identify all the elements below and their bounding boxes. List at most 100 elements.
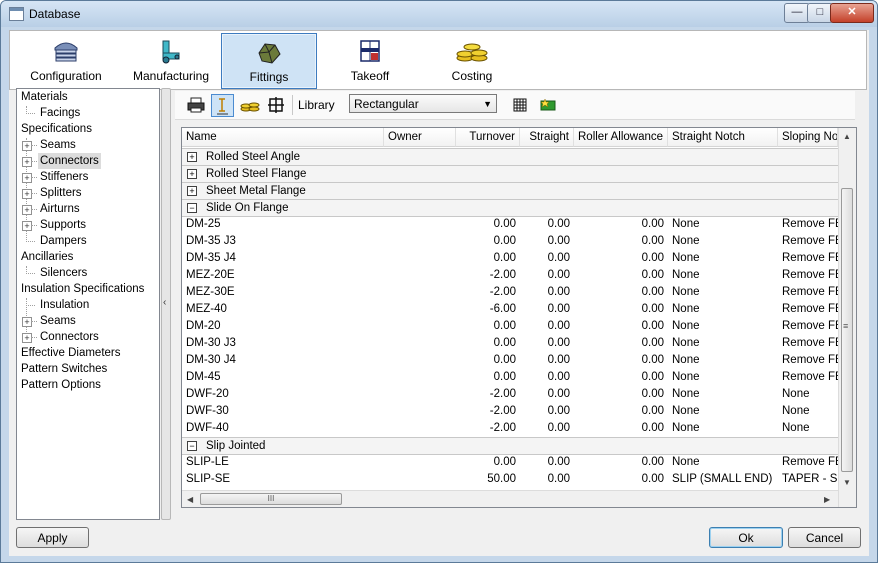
tree-item-seams[interactable]: Seams	[40, 137, 76, 153]
cell-owner	[384, 233, 456, 250]
tree-item-supports[interactable]: Supports	[40, 217, 86, 233]
group-label: Rolled Steel Angle	[206, 151, 300, 163]
tree-item-insulation[interactable]: Insulation	[40, 297, 89, 313]
table-row[interactable]: SLIP-SE 50.00 0.00 0.00 SLIP (SMALL END) TAPE…	[182, 471, 838, 488]
table-tool-button[interactable]	[509, 94, 531, 116]
tab-costing[interactable]: Costing	[422, 33, 522, 87]
table-row[interactable]: DWF-30 -2.00 0.00 0.00 None None	[182, 403, 838, 420]
group-row[interactable]: + Rolled Steel Flange	[182, 165, 838, 183]
column-header-sloping-notch[interactable]: Sloping Notch	[778, 128, 838, 147]
group-row[interactable]: + Sheet Metal Flange	[182, 182, 838, 200]
tree-item-connectors-selected[interactable]: Connectors	[38, 153, 101, 169]
expand-icon[interactable]: +	[22, 141, 32, 151]
cell-name: DM-35 J4	[186, 252, 236, 264]
expand-icon[interactable]: +	[187, 169, 197, 179]
add-tool-button[interactable]	[537, 94, 559, 116]
group-row[interactable]: + Rolled Steel Angle	[182, 148, 838, 166]
cell-name: DWF-40	[186, 422, 229, 434]
expand-icon[interactable]: +	[22, 317, 32, 327]
column-header-owner[interactable]: Owner	[384, 128, 456, 147]
group-row[interactable]: − Slip Jointed	[182, 437, 838, 455]
column-header-roller-allowance[interactable]: Roller Allowance	[574, 128, 668, 147]
tree-item-dampers[interactable]: Dampers	[40, 233, 87, 249]
tree-item-insulation-connectors[interactable]: Connectors	[40, 329, 99, 345]
scroll-left-icon[interactable]: ◀	[187, 495, 193, 504]
column-header-name[interactable]: Name	[182, 128, 384, 147]
table-row[interactable]: DM-30 J3 0.00 0.00 0.00 None Remove FE	[182, 335, 838, 352]
expand-icon[interactable]: +	[22, 189, 32, 199]
expand-icon[interactable]: +	[187, 186, 197, 196]
cell-straight: 0.00	[547, 303, 570, 315]
column-header-straight-notch[interactable]: Straight Notch	[668, 128, 778, 147]
tab-takeoff[interactable]: Takeoff	[320, 33, 420, 87]
table-row[interactable]: DM-20 0.00 0.00 0.00 None Remove FE	[182, 318, 838, 335]
tab-configuration[interactable]: Configuration	[16, 33, 116, 87]
collapse-arrow-icon[interactable]: ‹	[163, 297, 166, 308]
tree-item-insulation-seams[interactable]: Seams	[40, 313, 76, 329]
library-select[interactable]: Rectangular ▼	[349, 94, 497, 113]
scroll-up-icon[interactable]: ▲	[843, 132, 851, 141]
horizontal-scroll-thumb[interactable]: III	[200, 493, 342, 505]
tab-fittings[interactable]: Fittings	[221, 33, 317, 89]
costing-tool-button[interactable]	[239, 94, 261, 116]
table-row[interactable]: DM-35 J4 0.00 0.00 0.00 None Remove FE	[182, 250, 838, 267]
horizontal-scrollbar[interactable]: ◀ III ▶	[182, 490, 838, 507]
apply-button[interactable]: Apply	[16, 527, 89, 548]
cell-name: SLIP-SE	[186, 473, 231, 485]
vertical-scroll-thumb[interactable]: ≡	[841, 188, 853, 472]
column-header-straight[interactable]: Straight	[520, 128, 574, 147]
table-row[interactable]: SLIP-LE 0.00 0.00 0.00 None Remove FE	[182, 454, 838, 471]
cell-owner	[384, 267, 456, 284]
cell-turnover: 0.00	[493, 218, 516, 230]
scroll-down-icon[interactable]: ▼	[843, 478, 851, 487]
tree-item-facings[interactable]: Facings	[40, 105, 80, 121]
expand-icon[interactable]: +	[22, 173, 32, 183]
group-row[interactable]: − Slide On Flange	[182, 199, 838, 217]
cancel-button[interactable]: Cancel	[788, 527, 861, 548]
table-row[interactable]: DM-35 J3 0.00 0.00 0.00 None Remove FE	[182, 233, 838, 250]
table-row[interactable]: DWF-20 -2.00 0.00 0.00 None None	[182, 386, 838, 403]
print-button[interactable]	[185, 94, 207, 116]
collapse-icon[interactable]: −	[187, 441, 197, 451]
table-row[interactable]: DM-30 J4 0.00 0.00 0.00 None Remove FE	[182, 352, 838, 369]
grid-tool-button[interactable]	[265, 94, 287, 116]
tab-manufacturing[interactable]: Manufacturing	[118, 33, 224, 87]
text-tool-button[interactable]	[211, 94, 234, 117]
tree-item-materials[interactable]: Materials	[21, 89, 68, 105]
scroll-right-icon[interactable]: ▶	[824, 495, 830, 504]
expand-icon[interactable]: +	[22, 157, 32, 167]
expand-icon[interactable]: +	[22, 221, 32, 231]
close-button[interactable]: ✕	[830, 3, 874, 23]
cell-sloping-notch: Remove FE	[782, 456, 838, 468]
expand-icon[interactable]: +	[22, 205, 32, 215]
cell-name: DM-45	[186, 371, 221, 383]
table-row[interactable]: MEZ-20E -2.00 0.00 0.00 None Remove FE	[182, 267, 838, 284]
cell-straight-notch: None	[672, 286, 700, 298]
tree-item-pattern-switches[interactable]: Pattern Switches	[21, 361, 107, 377]
tree-item-airturns[interactable]: Airturns	[40, 201, 80, 217]
table-row[interactable]: MEZ-30E -2.00 0.00 0.00 None Remove FE	[182, 284, 838, 301]
tree-item-insulation-specifications[interactable]: Insulation Specifications	[21, 281, 144, 297]
tree-item-specifications[interactable]: Specifications	[21, 121, 92, 137]
column-header-turnover[interactable]: Turnover	[456, 128, 520, 147]
tree-item-stiffeners[interactable]: Stiffeners	[40, 169, 88, 185]
table-row[interactable]: DWF-40 -2.00 0.00 0.00 None None	[182, 420, 838, 437]
collapse-icon[interactable]: −	[187, 203, 197, 213]
cell-turnover: -2.00	[489, 286, 516, 298]
cell-straight-notch: SLIP (SMALL END)	[672, 473, 773, 485]
tree-item-pattern-options[interactable]: Pattern Options	[21, 377, 101, 393]
table-row[interactable]: DM-45 0.00 0.00 0.00 None Remove FE	[182, 369, 838, 386]
expand-icon[interactable]: +	[187, 152, 197, 162]
table-row[interactable]: MEZ-40 -6.00 0.00 0.00 None Remove FE	[182, 301, 838, 318]
tree-item-ancillaries[interactable]: Ancillaries	[21, 249, 73, 265]
panel-splitter[interactable]: ‹	[161, 88, 171, 520]
tree-item-effective-diameters[interactable]: Effective Diameters	[21, 345, 121, 361]
expand-icon[interactable]: +	[22, 333, 32, 343]
cell-straight: 0.00	[547, 388, 570, 400]
cell-roller: 0.00	[641, 405, 664, 417]
ok-button[interactable]: Ok	[709, 527, 783, 548]
tree-item-splitters[interactable]: Splitters	[40, 185, 82, 201]
table-row[interactable]: DM-25 0.00 0.00 0.00 None Remove FE	[182, 216, 838, 233]
vertical-scrollbar[interactable]: ▲ ≡ ▼	[838, 128, 856, 507]
tree-item-silencers[interactable]: Silencers	[40, 265, 87, 281]
